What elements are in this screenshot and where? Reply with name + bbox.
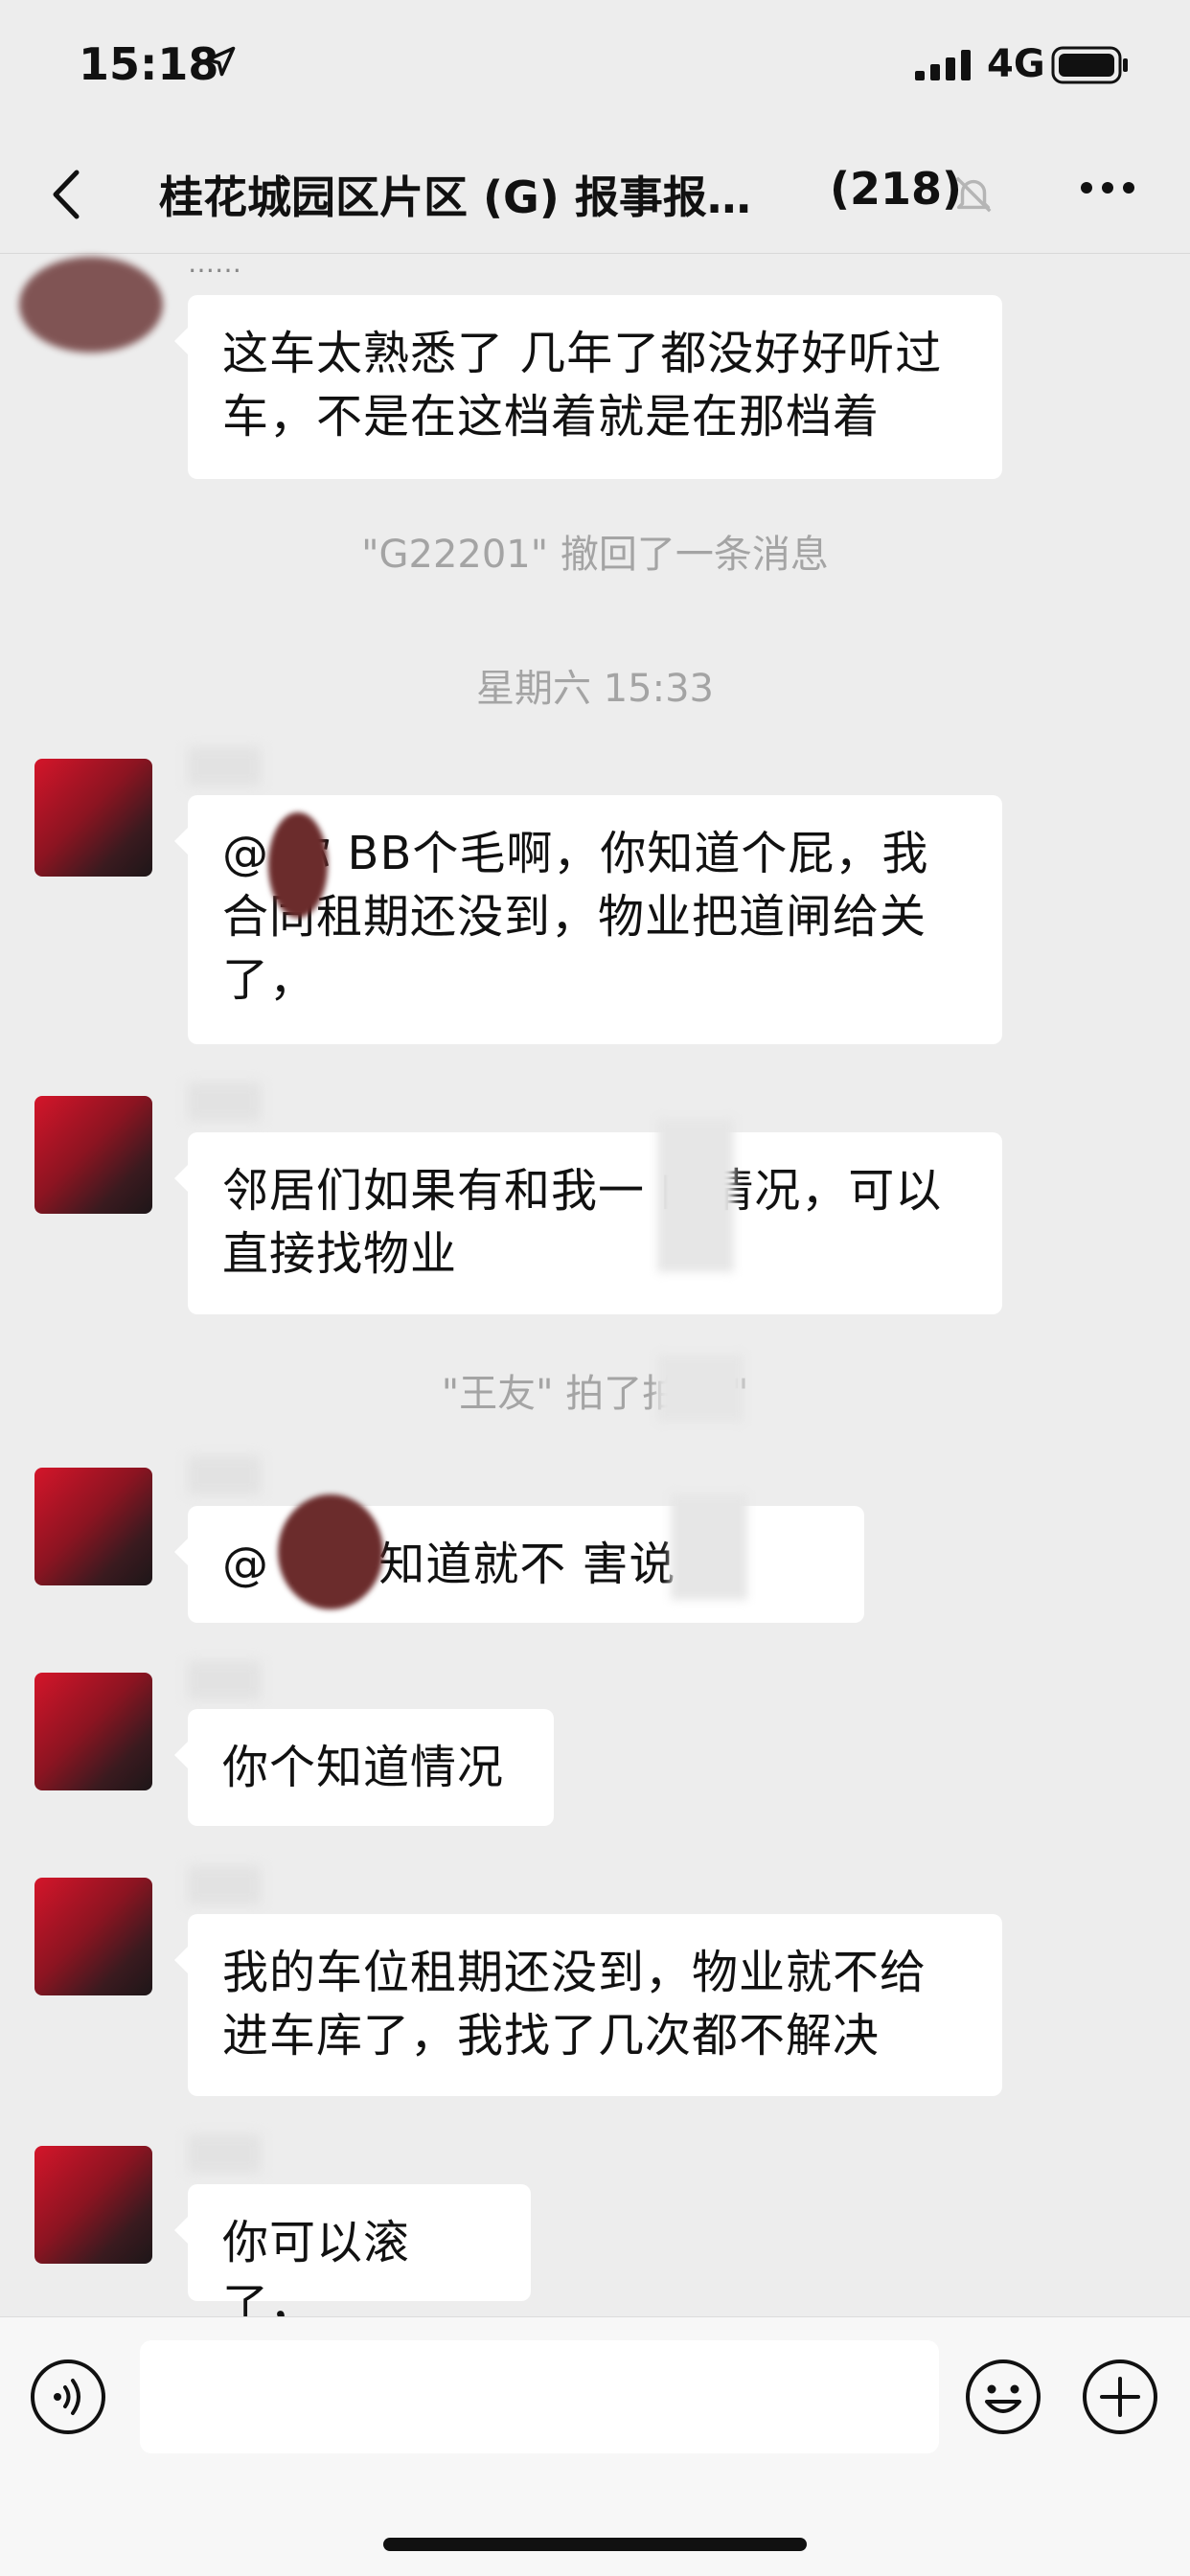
sender-name bbox=[188, 747, 261, 786]
avatar[interactable] bbox=[19, 257, 163, 353]
system-message: "G22201" 撤回了一条消息 bbox=[361, 533, 829, 577]
redaction bbox=[278, 1494, 383, 1609]
sender-name bbox=[188, 1456, 261, 1494]
system-message: "王友" 拍了拍 果" bbox=[441, 1372, 749, 1416]
member-count: (218) bbox=[830, 163, 963, 215]
status-time: 15:18 bbox=[79, 38, 219, 90]
message-bubble[interactable]: 这车太熟悉了 几年了都没好好听过车，不是在这档着就是在那档着 bbox=[174, 295, 1002, 479]
message-bubble[interactable]: 邻居们如果有和我一 的情况，可以直接找物业 bbox=[174, 1132, 1002, 1314]
message-bubble[interactable]: 我的车位租期还没到，物业就不给进车库了，我找了几次都不解决 bbox=[174, 1914, 1002, 2096]
emoji-icon[interactable] bbox=[964, 2358, 1042, 2440]
message-bubble[interactable]: 你个知道情况 bbox=[174, 1709, 554, 1826]
message-bubble[interactable]: 你可以滚了， bbox=[174, 2184, 531, 2333]
redaction bbox=[671, 1494, 747, 1600]
sender-name: …… bbox=[188, 247, 241, 279]
input-bar bbox=[0, 2316, 1190, 2576]
message-input[interactable] bbox=[140, 2340, 939, 2453]
location-arrow-icon bbox=[203, 44, 238, 82]
home-indicator bbox=[383, 2538, 807, 2551]
avatar[interactable] bbox=[34, 2146, 152, 2264]
timestamp: 星期六 15:33 bbox=[476, 667, 714, 711]
redaction bbox=[657, 1119, 734, 1272]
battery-icon bbox=[1051, 46, 1130, 88]
sender-name bbox=[188, 1866, 261, 1904]
signal-icon bbox=[915, 50, 974, 84]
more-dots-icon[interactable] bbox=[1079, 178, 1136, 201]
bell-mute-icon bbox=[951, 172, 995, 220]
avatar[interactable] bbox=[34, 1468, 152, 1585]
chat-header: 桂花城园区片区 (G) 报事报… (218) bbox=[0, 134, 1190, 254]
avatar[interactable] bbox=[34, 1878, 152, 1995]
avatar[interactable] bbox=[34, 1096, 152, 1214]
avatar[interactable] bbox=[34, 1673, 152, 1790]
plus-icon[interactable] bbox=[1081, 2358, 1159, 2440]
avatar[interactable] bbox=[34, 759, 152, 877]
status-bar: 15:18 4G bbox=[0, 0, 1190, 134]
sender-name bbox=[188, 1083, 261, 1121]
sender-name bbox=[188, 2134, 261, 2173]
chevron-left-icon[interactable] bbox=[42, 161, 90, 228]
sender-name bbox=[188, 1661, 261, 1699]
redaction bbox=[268, 812, 328, 918]
redaction bbox=[657, 1355, 744, 1422]
voice-icon[interactable] bbox=[29, 2358, 107, 2440]
chat-title: 桂花城园区片区 (G) 报事报… bbox=[159, 171, 751, 223]
network-type: 4G bbox=[987, 42, 1045, 86]
